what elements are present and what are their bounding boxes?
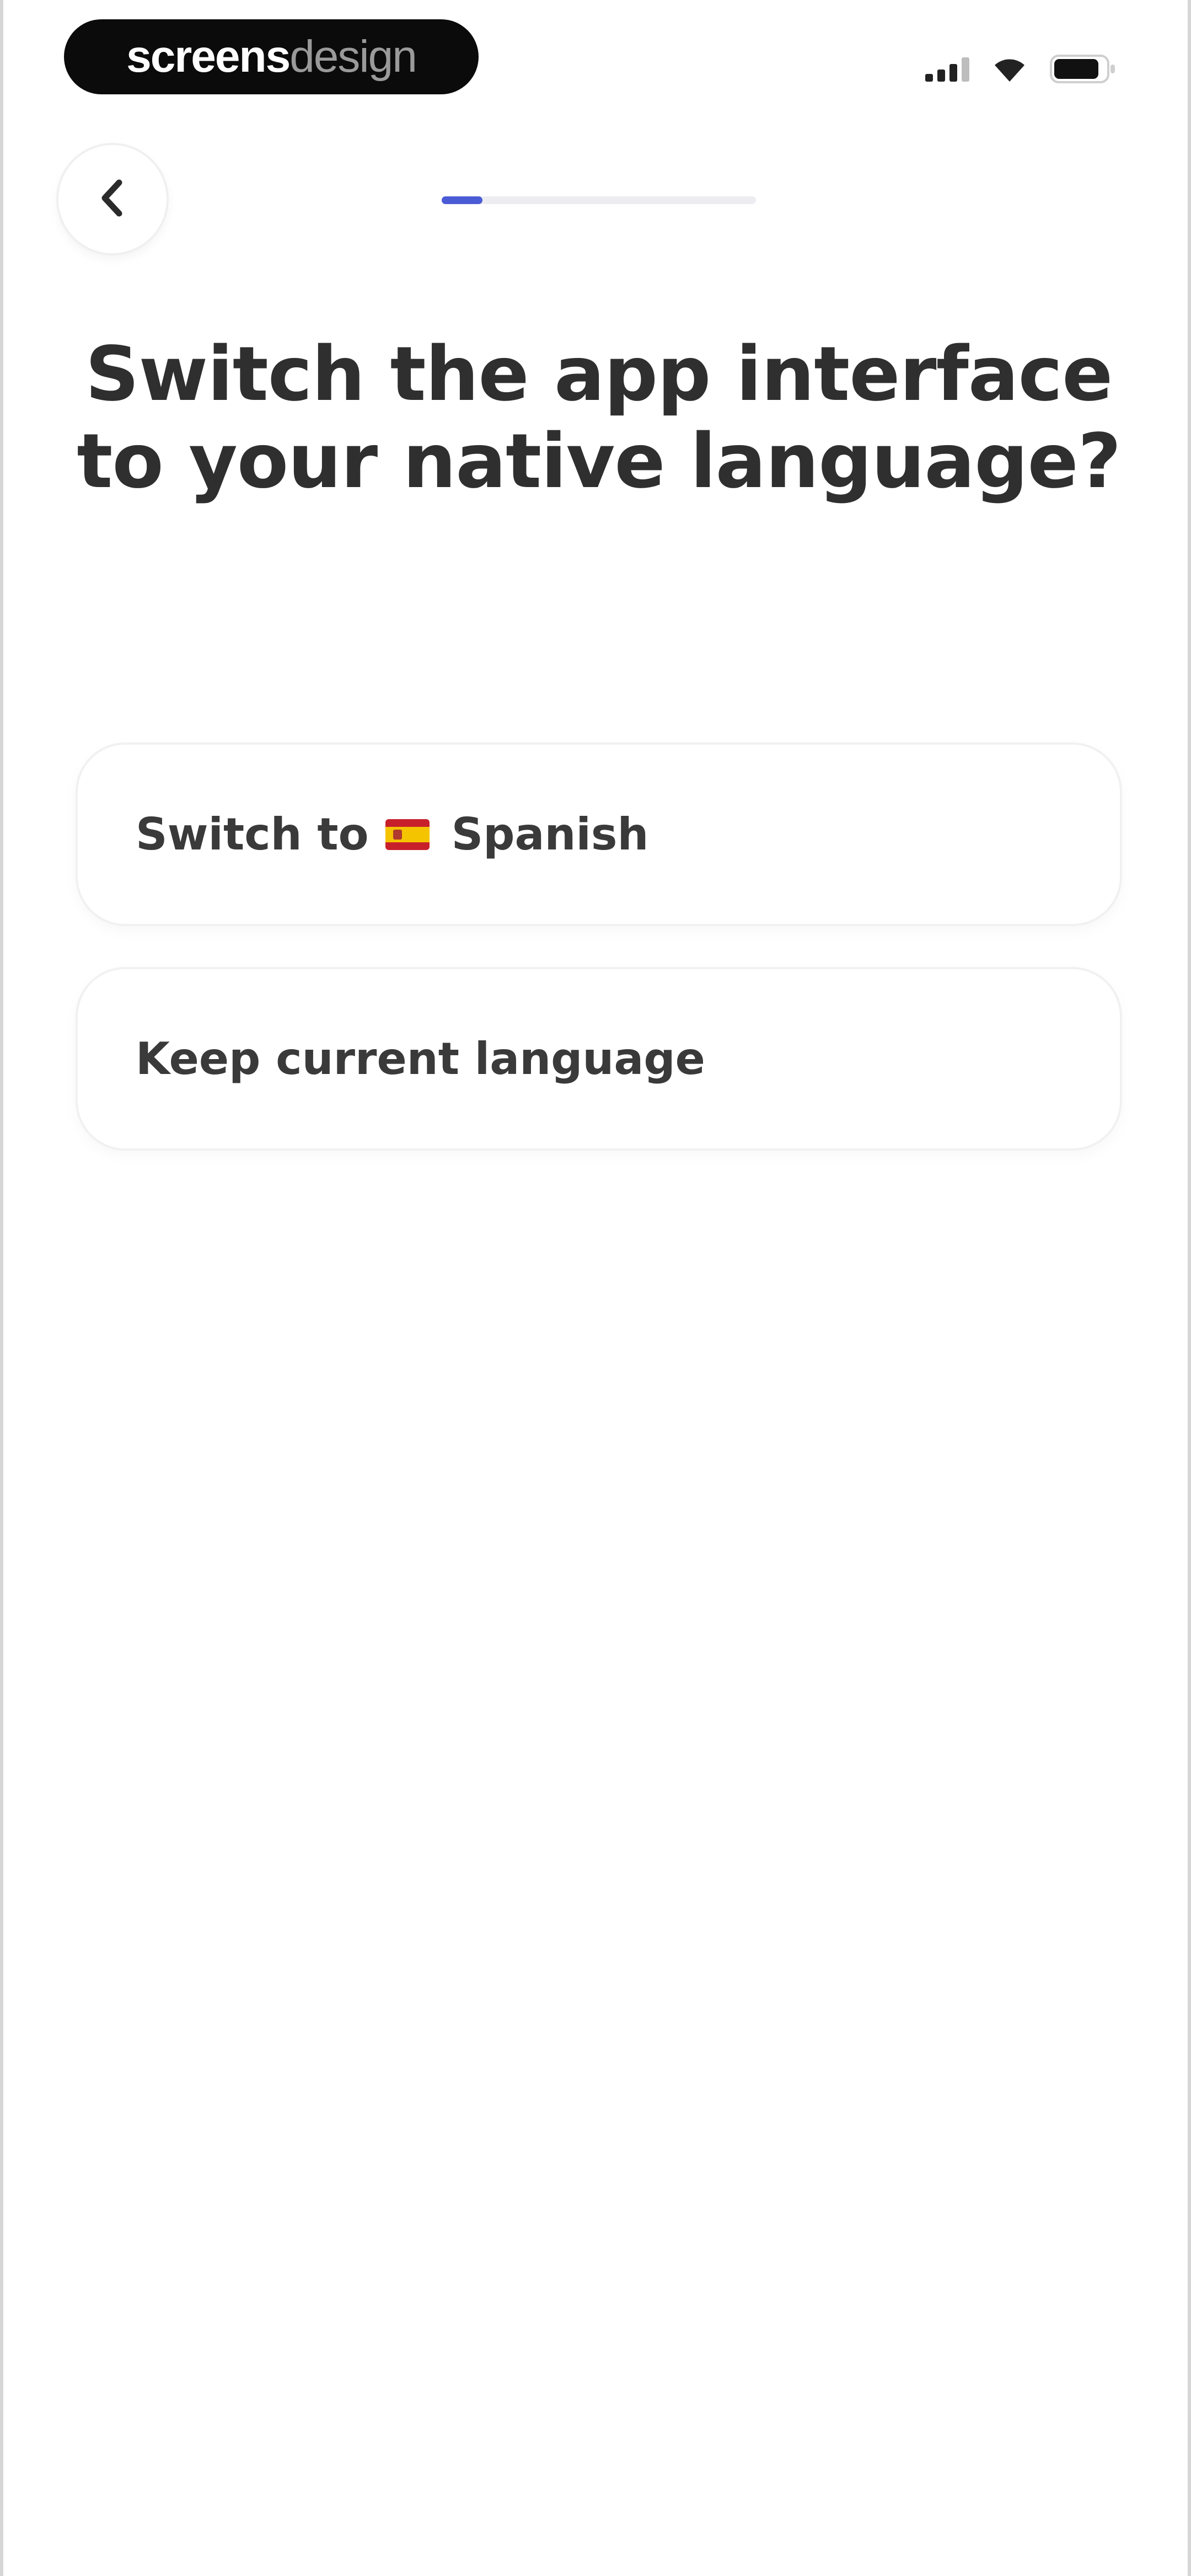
option-label: Keep current language bbox=[136, 1033, 705, 1084]
chevron-left-icon bbox=[96, 177, 129, 221]
switch-to-spanish-option[interactable]: Switch to Spanish bbox=[78, 745, 1120, 924]
cellular-signal-icon bbox=[925, 56, 969, 82]
spain-flag-icon bbox=[385, 819, 430, 850]
page-title: Switch the app interface to your native … bbox=[77, 331, 1121, 505]
brand-logo-light: design bbox=[289, 31, 417, 82]
onboarding-progress-fill bbox=[442, 196, 483, 204]
option-language-label: Spanish bbox=[451, 809, 649, 860]
brand-logo-strong: screens bbox=[126, 31, 291, 82]
onboarding-progress-bar bbox=[442, 196, 756, 204]
back-button[interactable] bbox=[58, 145, 167, 253]
keep-current-language-option[interactable]: Keep current language bbox=[78, 969, 1120, 1148]
brand-logo-pill: screens design bbox=[64, 19, 479, 94]
app-screen: screens design Switch the app interface … bbox=[0, 0, 1191, 2576]
option-prefix-label: Switch to bbox=[136, 809, 369, 860]
battery-icon bbox=[1050, 54, 1116, 84]
wifi-icon bbox=[993, 55, 1027, 83]
status-icons bbox=[925, 50, 1116, 88]
